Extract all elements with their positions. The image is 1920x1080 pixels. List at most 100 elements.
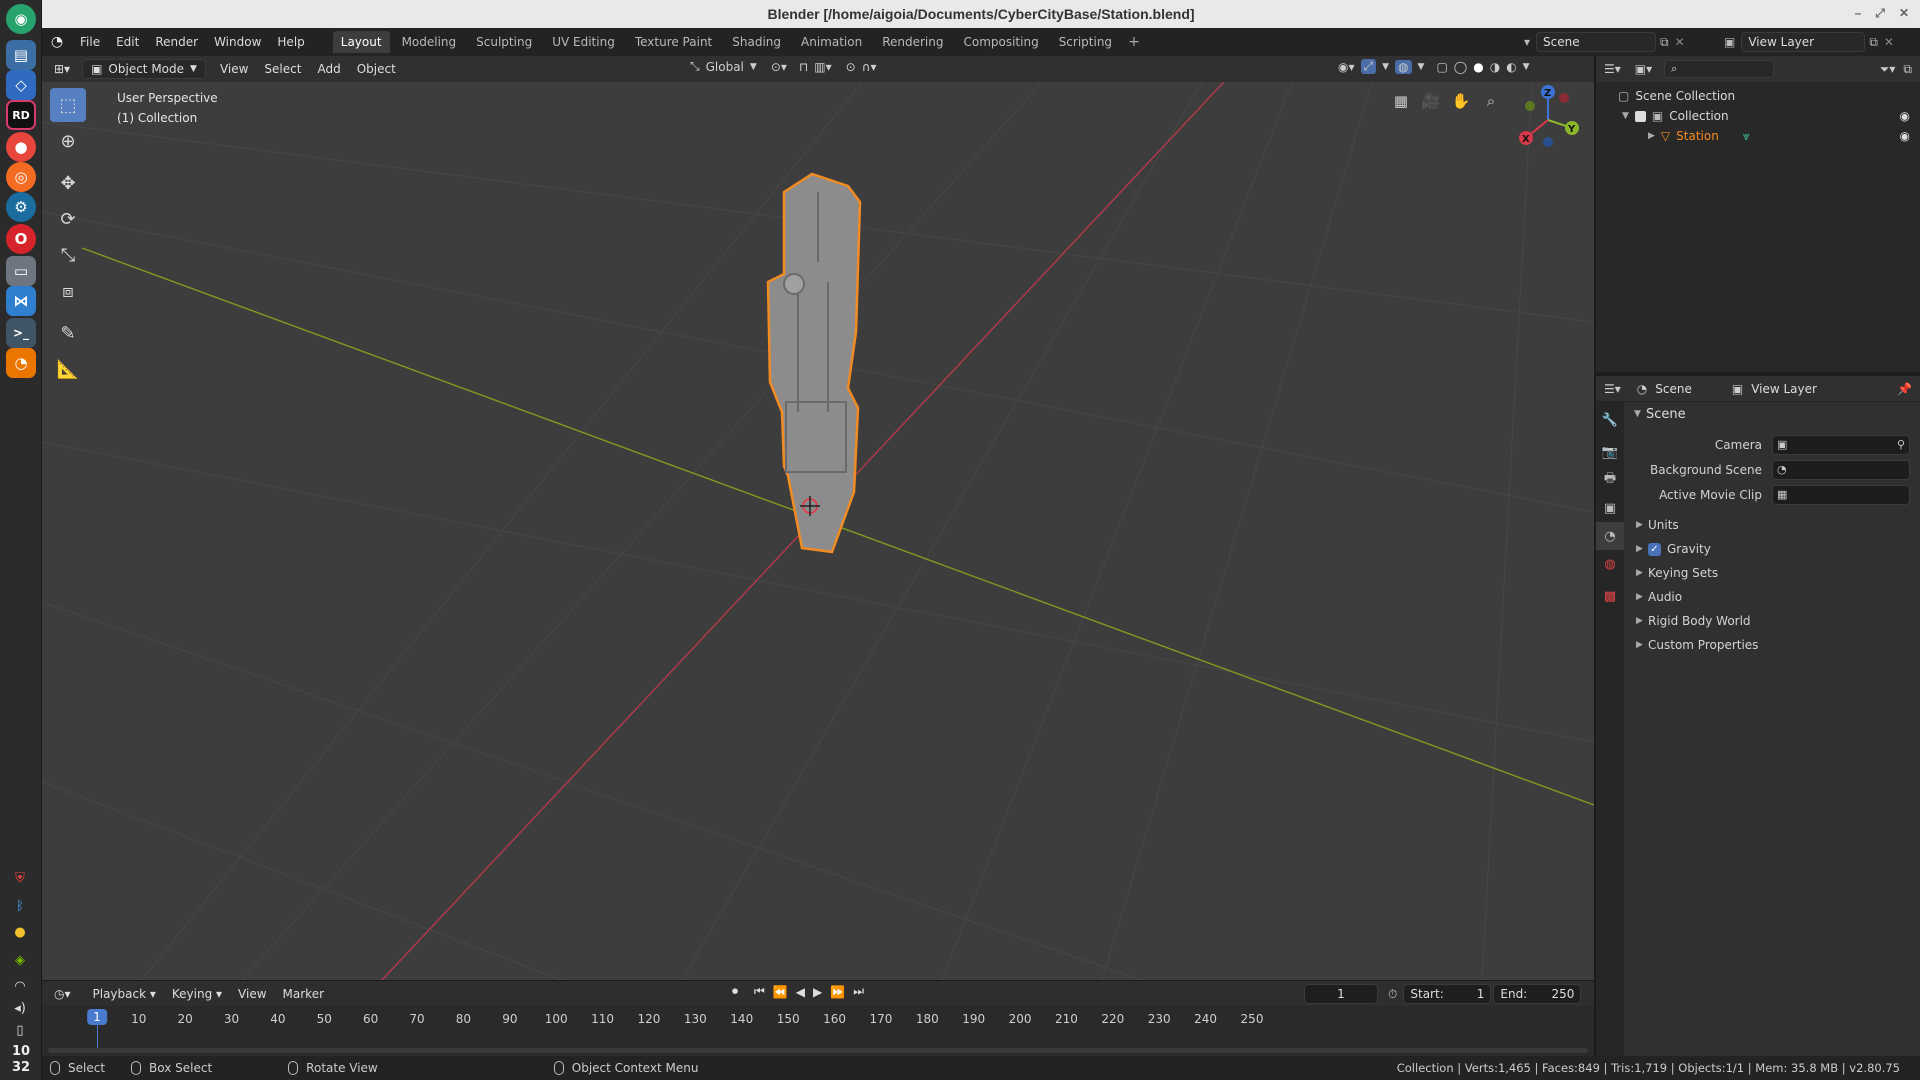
tab-texture-paint[interactable]: Texture Paint (627, 31, 720, 53)
camera-field[interactable]: ▣ ⚲ (1772, 434, 1910, 455)
keying-sets-subpanel[interactable]: ▶ Keying Sets (1624, 561, 1920, 585)
3d-viewport[interactable]: User Perspective (1) Collection ⬚ ⊕ ✥ ⟳ … (42, 82, 1594, 980)
transform-orientation[interactable]: Global (706, 60, 744, 74)
tab-uv-editing[interactable]: UV Editing (544, 31, 623, 53)
xray-icon[interactable]: ▢ (1436, 60, 1447, 74)
timeline-body[interactable]: 1 10 20 30 40 50 60 70 80 90 100 110 120 130 140 150 160… (42, 1006, 1594, 1056)
new-collection-icon[interactable]: ⧉ (1903, 62, 1912, 77)
chrome-tray-icon[interactable]: ● (9, 922, 31, 942)
menu-window[interactable]: Window (206, 28, 269, 56)
tool-tab-icon[interactable]: 🔧 (1596, 406, 1624, 434)
delete-view-layer-icon[interactable]: ✕ (1884, 35, 1894, 49)
opera-icon[interactable]: O (6, 224, 36, 254)
gravity-checkbox[interactable]: ✓ (1648, 542, 1661, 556)
security-shield-icon[interactable]: ⛨ (9, 868, 31, 888)
gizmo-toggle-icon[interactable]: ⤢ (1360, 59, 1377, 74)
annotate-tool-icon[interactable]: ✎ (50, 316, 86, 350)
background-scene-field[interactable]: ◔ (1772, 459, 1910, 480)
select-box-tool-icon[interactable]: ⬚ (50, 88, 86, 122)
prev-keyframe-icon[interactable]: ⏪ (773, 985, 788, 999)
menu-object[interactable]: Object (349, 59, 404, 79)
blender-icon[interactable]: ◔ (6, 348, 36, 378)
shading-rendered-icon[interactable]: ◐ (1506, 60, 1516, 74)
texture-tab-icon[interactable]: ▩ (1596, 582, 1624, 610)
current-frame-field[interactable]: 1 (1304, 984, 1378, 1004)
play-reverse-icon[interactable]: ◀ (796, 985, 805, 999)
camera-view-icon[interactable]: 🎥 (1418, 88, 1444, 114)
preview-range-icon[interactable]: ⏱ (1388, 987, 1397, 1002)
outliner-editor-icon[interactable]: ☰▾ (1604, 62, 1621, 76)
delete-scene-icon[interactable]: ✕ (1675, 35, 1685, 49)
chevron-down-icon[interactable]: ▼ (750, 62, 757, 72)
terminal-icon[interactable]: >_ (6, 318, 36, 348)
outliner-search-input[interactable]: ⌕ (1664, 60, 1775, 78)
outliner-row-scene-collection[interactable]: ▢ Scene Collection (1596, 86, 1920, 106)
falloff-icon[interactable]: ∩▾ (862, 60, 877, 74)
tab-shading[interactable]: Shading (724, 31, 789, 53)
jump-start-icon[interactable]: ⏮ (754, 984, 765, 999)
menu-add[interactable]: Add (309, 59, 348, 79)
jump-end-icon[interactable]: ⏭ (853, 984, 864, 999)
zoom-view-icon[interactable]: ⌕ (1478, 88, 1504, 114)
exclude-checkbox[interactable] (1634, 110, 1646, 122)
eyedropper-icon[interactable]: ⚲ (1897, 438, 1905, 451)
move-tool-icon[interactable]: ✥ (50, 166, 86, 200)
nvidia-icon[interactable]: ◈ (9, 950, 31, 970)
scene-selector-icon[interactable]: ▾ (1524, 35, 1530, 49)
new-scene-icon[interactable]: ⧉ (1660, 35, 1669, 50)
menu-render[interactable]: Render (147, 28, 206, 56)
tab-sculpting[interactable]: Sculpting (468, 31, 540, 53)
toggle-ortho-icon[interactable]: ▦ (1388, 88, 1414, 114)
overlay-toggle-icon[interactable]: ◍ (1395, 59, 1412, 74)
tab-layout[interactable]: Layout (332, 31, 390, 53)
gizmo-dropdown-icon[interactable]: ▼ (1382, 62, 1389, 72)
timeline-editor-icon[interactable]: ◷▾ (46, 984, 79, 1004)
play-icon[interactable]: ▶ (813, 985, 822, 999)
output-tab-icon[interactable]: 🖶 (1596, 466, 1624, 494)
expand-chevron-icon[interactable]: ▶ (1648, 131, 1655, 141)
units-subpanel[interactable]: ▶ Units (1624, 513, 1920, 537)
menu-select[interactable]: Select (256, 59, 309, 79)
pin-icon[interactable]: 📌 (1897, 382, 1912, 396)
pan-view-icon[interactable]: ✋ (1448, 88, 1474, 114)
tab-modeling[interactable]: Modeling (394, 31, 465, 53)
bluetooth-icon[interactable]: ᛒ (9, 896, 31, 916)
menu-edit[interactable]: Edit (108, 28, 147, 56)
origin-icon[interactable]: ◎ (6, 162, 36, 192)
folder-icon[interactable]: ▭ (6, 256, 36, 286)
scene-name-field[interactable]: Scene (1536, 32, 1657, 52)
menu-help[interactable]: Help (269, 28, 312, 56)
mode-dropdown[interactable]: ▣ Object Mode ▼ (82, 59, 206, 79)
outliner-row-station[interactable]: ▶ ▽ Station ⩔ ◉ (1596, 126, 1920, 146)
view-layer-tab-icon[interactable]: ▣ (1596, 494, 1624, 522)
wifi-icon[interactable]: ◠ (9, 976, 31, 996)
render-tab-icon[interactable]: 📷 (1596, 438, 1624, 466)
filter-icon[interactable]: ⏷▾ (1880, 62, 1896, 77)
new-view-layer-icon[interactable]: ⧉ (1869, 35, 1878, 50)
active-movie-clip-field[interactable]: ▦ (1772, 484, 1910, 505)
audio-subpanel[interactable]: ▶ Audio (1624, 585, 1920, 609)
custom-properties-subpanel[interactable]: ▶ Custom Properties (1624, 633, 1920, 657)
scale-tool-icon[interactable]: ⤡ (50, 238, 86, 272)
display-mode-icon[interactable]: ▣▾ (1635, 62, 1652, 76)
clipboard-icon[interactable]: ▯ (9, 1020, 31, 1040)
blender-logo-icon[interactable]: ◔ (42, 34, 72, 50)
files-icon[interactable]: ▤ (6, 40, 36, 70)
editor-type-icon[interactable]: ⊞▾ (46, 59, 78, 79)
minimize-icon[interactable]: – (1850, 6, 1866, 20)
scene-panel-header[interactable]: ▼ Scene (1624, 402, 1920, 426)
scene-tab-icon[interactable]: ◔ (1596, 522, 1624, 550)
visibility-icon[interactable]: ◉▾ (1338, 60, 1355, 74)
world-tab-icon[interactable]: ◍ (1596, 550, 1624, 578)
rigid-body-world-subpanel[interactable]: ▶ Rigid Body World (1624, 609, 1920, 633)
chrome-icon[interactable]: ● (6, 132, 36, 162)
view-layer-icon[interactable]: ▣ (1724, 35, 1735, 49)
tab-rendering[interactable]: Rendering (874, 31, 951, 53)
pivot-point-icon[interactable]: ⊙▾ (771, 60, 787, 74)
menu-view[interactable]: View (212, 59, 256, 79)
measure-tool-icon[interactable]: 📐 (50, 352, 86, 386)
steam-icon[interactable]: ⚙ (6, 192, 36, 222)
navigation-gizmo[interactable]: Z Y X (1508, 82, 1588, 156)
view-layer-field[interactable]: View Layer (1741, 32, 1866, 52)
maximize-icon[interactable]: ⤢ (1872, 6, 1888, 21)
